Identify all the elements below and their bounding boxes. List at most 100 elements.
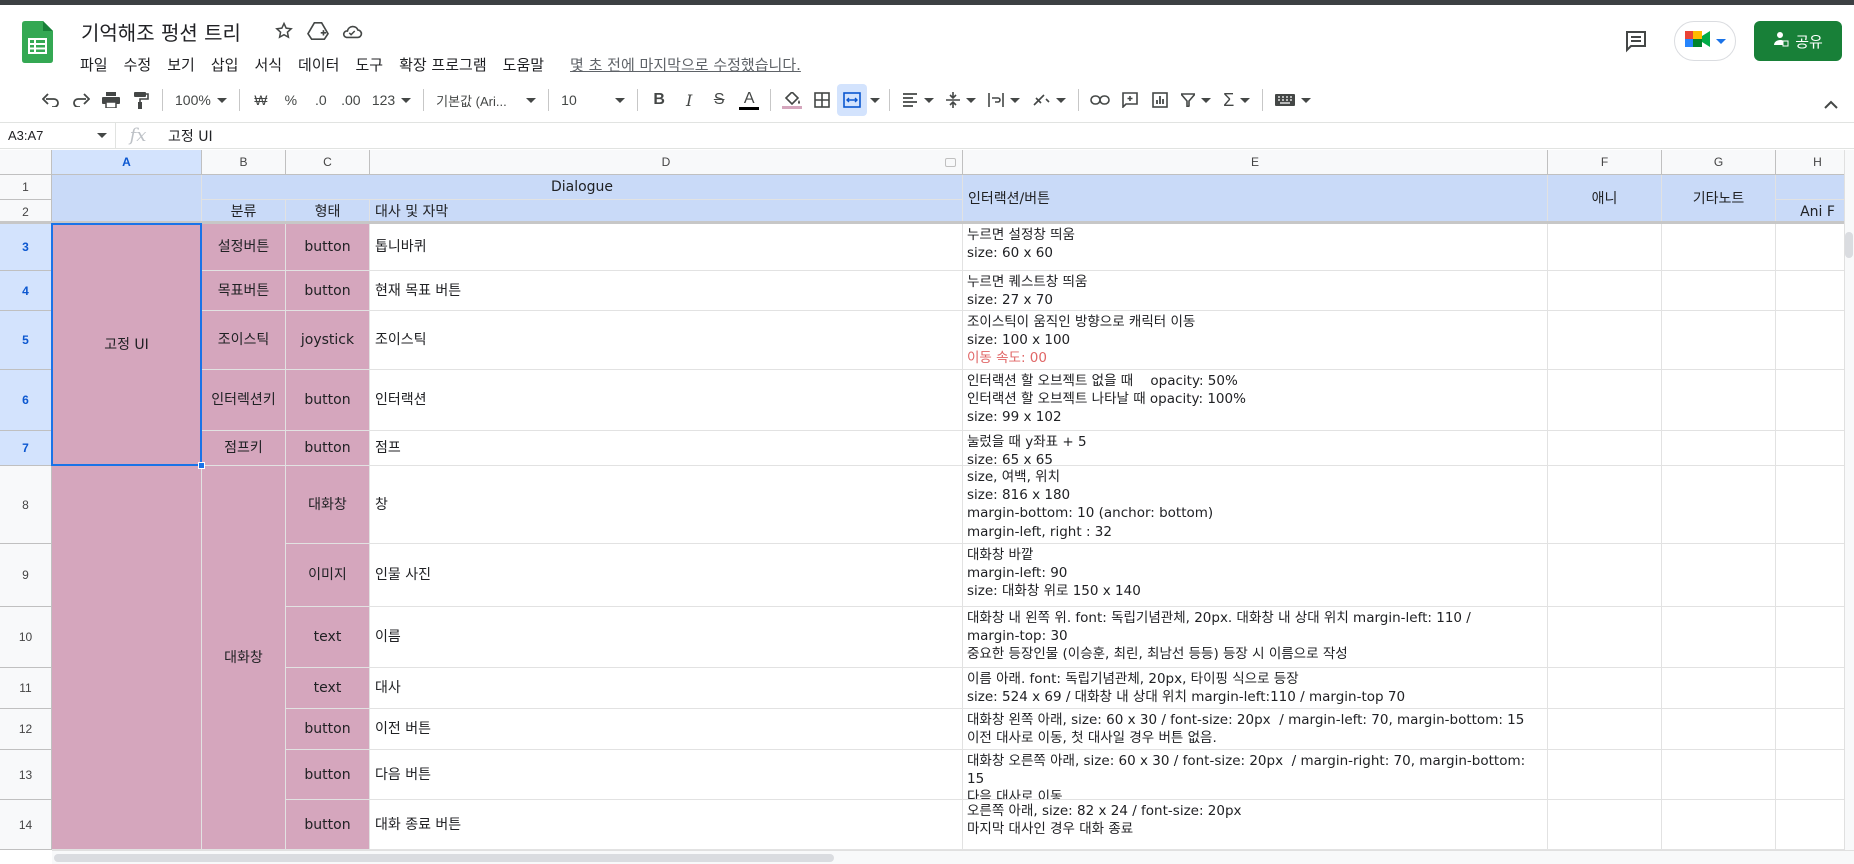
column-header[interactable]: H: [1776, 150, 1844, 175]
cell-form[interactable]: button: [286, 431, 370, 466]
column-filter-chevron-icon[interactable]: [945, 158, 956, 167]
cell-anim[interactable]: [1548, 800, 1662, 850]
print-icon[interactable]: [96, 84, 126, 116]
column-header[interactable]: C: [286, 150, 370, 175]
header-notes[interactable]: 기타노트: [1662, 175, 1776, 224]
row-header[interactable]: 1: [0, 175, 52, 200]
cell-notes[interactable]: [1662, 224, 1776, 271]
cell-lines[interactable]: 톱니바퀴: [370, 224, 963, 271]
redo-icon[interactable]: [66, 84, 96, 116]
increase-decimal-button[interactable]: .00: [336, 84, 366, 116]
cell-h[interactable]: [1776, 668, 1844, 709]
cell-notes[interactable]: [1662, 668, 1776, 709]
cell-h[interactable]: [1776, 431, 1844, 466]
cell-form[interactable]: joystick: [286, 311, 370, 370]
frozen-rows-divider[interactable]: [0, 221, 1844, 224]
header-blank-a[interactable]: [52, 175, 202, 224]
cell-interaction[interactable]: 대화창 내 왼쪽 위. font: 독립기념관체, 20px. 대화창 내 상대…: [963, 607, 1548, 668]
cell-category[interactable]: 목표버튼: [202, 271, 286, 311]
menu-file[interactable]: 파일: [72, 51, 116, 78]
cell-interaction[interactable]: 대화창 왼쪽 아래, size: 60 x 30 / font-size: 20…: [963, 709, 1548, 750]
undo-icon[interactable]: [36, 84, 66, 116]
cell-anim[interactable]: [1548, 370, 1662, 431]
cell-interaction[interactable]: 대화창 바깥 margin-left: 90 size: 대화창 위로 150 x …: [963, 544, 1548, 607]
functions-sigma-icon[interactable]: Σ: [1217, 90, 1256, 111]
row-header[interactable]: 11: [0, 668, 52, 709]
column-header[interactable]: G: [1662, 150, 1776, 175]
cell-form[interactable]: button: [286, 370, 370, 431]
cell-notes[interactable]: [1662, 750, 1776, 800]
row-header[interactable]: 14: [0, 800, 52, 850]
move-to-drive-icon[interactable]: [306, 19, 330, 43]
cell-anim[interactable]: [1548, 311, 1662, 370]
text-wrap-icon[interactable]: [982, 93, 1026, 107]
cell-h[interactable]: [1776, 709, 1844, 750]
merge-options-chevron-icon[interactable]: [867, 84, 883, 116]
sheets-logo-icon[interactable]: [22, 21, 53, 63]
merged-cell-a-dialog[interactable]: [52, 466, 202, 850]
row-header[interactable]: 8: [0, 466, 52, 544]
cell-interaction[interactable]: 오른쪽 아래, size: 82 x 24 / font-size: 20px 마…: [963, 800, 1548, 850]
star-icon[interactable]: [272, 19, 296, 43]
cell-form[interactable]: 이미지: [286, 544, 370, 607]
fill-color-icon[interactable]: [777, 84, 807, 116]
font-size-select[interactable]: 10: [555, 92, 631, 108]
insert-link-icon[interactable]: [1085, 84, 1115, 116]
cell-lines[interactable]: 창: [370, 466, 963, 544]
cell-interaction[interactable]: 조이스틱이 움직인 방향으로 캐릭터 이동 size: 100 x 100 이동 속…: [963, 311, 1548, 370]
cell-interaction[interactable]: 이름 아래. font: 독립기념관체, 20px, 타이핑 식으로 등장 siz…: [963, 668, 1548, 709]
cell-notes[interactable]: [1662, 311, 1776, 370]
cell-category[interactable]: 인터렉션키: [202, 370, 286, 431]
insert-chart-icon[interactable]: [1145, 84, 1175, 116]
cell-h[interactable]: [1776, 544, 1844, 607]
cell-interaction[interactable]: 누르면 설정창 띄움 size: 60 x 60: [963, 224, 1548, 271]
cell-anim[interactable]: [1548, 709, 1662, 750]
cell-lines[interactable]: 인터랙션: [370, 370, 963, 431]
horizontal-scrollbar[interactable]: [52, 850, 1854, 864]
cell-category[interactable]: 점프키: [202, 431, 286, 466]
cell-anim[interactable]: [1548, 224, 1662, 271]
cell-form[interactable]: button: [286, 800, 370, 850]
selection-fill-handle[interactable]: [198, 462, 205, 469]
percent-format-button[interactable]: %: [276, 84, 306, 116]
currency-format-button[interactable]: ₩: [246, 84, 276, 116]
cell-form[interactable]: 대화창: [286, 466, 370, 544]
menu-format[interactable]: 서식: [246, 51, 290, 78]
cell-anim[interactable]: [1548, 544, 1662, 607]
cell-h[interactable]: [1776, 271, 1844, 311]
menu-tools[interactable]: 도구: [347, 51, 391, 78]
cell-category[interactable]: 설정버튼: [202, 224, 286, 271]
cell-interaction[interactable]: 인터랙션 할 오브젝트 없을 때 opacity: 50% 인터랙션 할 오브젝트…: [963, 370, 1548, 431]
cell-notes[interactable]: [1662, 709, 1776, 750]
italic-button[interactable]: I: [674, 84, 704, 116]
vertical-scroll-thumb[interactable]: [1845, 232, 1853, 258]
collapse-menus-icon[interactable]: [1816, 88, 1846, 120]
document-title[interactable]: 기억해조 펑션 트리: [81, 17, 241, 46]
cell-anim[interactable]: [1548, 271, 1662, 311]
row-header[interactable]: 7: [0, 431, 52, 466]
cell-anim[interactable]: [1548, 466, 1662, 544]
header-anim[interactable]: 애니: [1548, 175, 1662, 224]
column-header[interactable]: D: [370, 150, 963, 175]
cell-form[interactable]: button: [286, 271, 370, 311]
vertical-align-icon[interactable]: [940, 92, 982, 108]
number-format-select[interactable]: 123: [366, 92, 417, 108]
cell-lines[interactable]: 다음 버튼: [370, 750, 963, 800]
row-header[interactable]: 4: [0, 271, 52, 311]
column-header[interactable]: E: [963, 150, 1548, 175]
menu-edit[interactable]: 수정: [116, 51, 160, 78]
cell-anim[interactable]: [1548, 607, 1662, 668]
header-h-top[interactable]: [1776, 175, 1844, 200]
cell-interaction[interactable]: 누르면 퀘스트창 띄움 size: 27 x 70: [963, 271, 1548, 311]
name-box[interactable]: A3:A7: [0, 123, 116, 148]
cell-interaction[interactable]: 눌렀을 때 y좌표 + 5 size: 65 x 65: [963, 431, 1548, 466]
row-header[interactable]: 12: [0, 709, 52, 750]
cloud-saved-icon[interactable]: [340, 19, 364, 43]
cell-form[interactable]: text: [286, 607, 370, 668]
cell-notes[interactable]: [1662, 544, 1776, 607]
cell-anim[interactable]: [1548, 750, 1662, 800]
cell-interaction[interactable]: size, 여백, 위치 size: 816 x 180 margin-bottom…: [963, 466, 1548, 544]
input-tools-keyboard-icon[interactable]: [1269, 94, 1317, 106]
cell-h[interactable]: [1776, 800, 1844, 850]
cell-form[interactable]: button: [286, 709, 370, 750]
